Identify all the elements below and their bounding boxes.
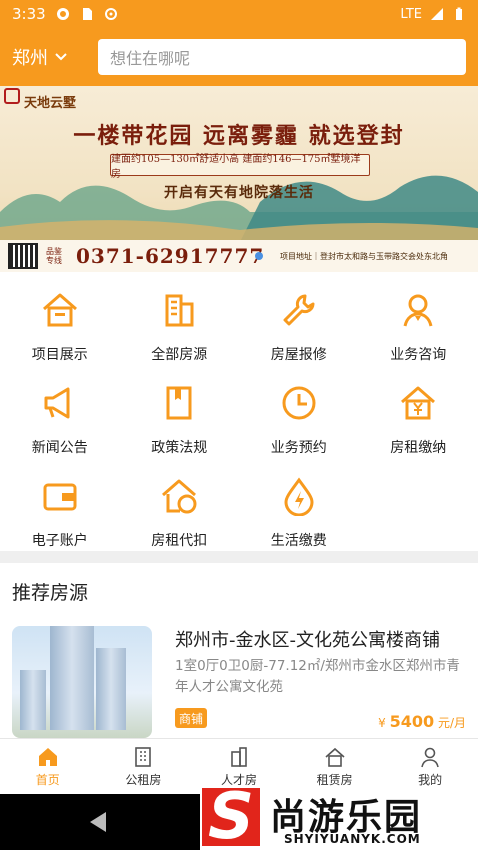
rent-house-icon — [325, 747, 345, 767]
status-time: 3:33 — [12, 5, 46, 23]
watermark: S 尚游乐园 SHYIYUANYK.COM — [200, 785, 478, 850]
building-icon — [135, 746, 152, 767]
banner-footer: 品鉴专线 0371-62917777 项目地址｜登封市太和路与玉带路交会处东北角 — [0, 240, 478, 272]
watermark-en: SHYIYUANYK.COM — [284, 832, 421, 846]
search-placeholder: 想住在哪呢 — [110, 49, 191, 68]
watermark-logo: S — [202, 785, 260, 849]
listing-tag: 商铺 — [175, 708, 208, 728]
listing-photo — [12, 626, 152, 738]
tab-public-rental[interactable]: 公租房 — [96, 739, 192, 794]
banner-box-text: 建面约105—130㎡舒适小高 建面约146—175㎡墅境洋房 — [110, 154, 370, 180]
listing-title: 郑州市-金水区-文化苑公寓楼商铺 — [175, 630, 440, 651]
carousel-indicator[interactable] — [255, 252, 263, 260]
search-input[interactable]: 想住在哪呢 — [98, 39, 466, 75]
grid-item-policy[interactable]: 政策法规 — [120, 373, 240, 466]
grid-item-consult[interactable]: 业务咨询 — [359, 280, 478, 373]
grid-item-label: 全部房源 — [151, 347, 208, 363]
banner-phone: 0371-62917777 — [76, 244, 265, 268]
function-grid: 项目展示 全部房源 房屋报修 业务咨询 新闻公告 政策法规 业务预约 房租缴纳 … — [0, 272, 478, 550]
sd-card-icon — [82, 8, 92, 20]
qr-code-icon — [8, 243, 38, 269]
grid-item-label: 政策法规 — [151, 440, 208, 456]
listing-card[interactable]: 郑州市-金水区-文化苑公寓楼商铺 1室0厅0卫0厨-77.12㎡/郑州市金水区郑… — [0, 618, 478, 738]
grid-item-label: 生活缴费 — [270, 533, 327, 549]
grid-item-project[interactable]: 项目展示 — [0, 280, 120, 373]
grid-item-label: 业务咨询 — [390, 347, 447, 363]
buildings-icon — [165, 294, 194, 327]
wrench-icon — [283, 294, 315, 326]
battery-icon — [456, 7, 462, 20]
clock-icon — [282, 386, 316, 420]
house-coin-icon — [162, 479, 197, 514]
status-bar: 3:33 LTE — [0, 0, 478, 28]
tower-icon — [231, 746, 247, 767]
grid-item-label: 新闻公告 — [31, 440, 88, 456]
price-prefix: ¥ — [378, 716, 386, 730]
grid-item-repair[interactable]: 房屋报修 — [239, 280, 359, 373]
grid-item-news[interactable]: 新闻公告 — [0, 373, 120, 466]
brand-seal-icon — [4, 88, 20, 104]
house-icon — [42, 293, 77, 327]
banner-subtitle: 开启有天有地院落生活 — [164, 185, 314, 201]
section-title: 推荐房源 — [12, 582, 89, 604]
chevron-down-icon — [55, 53, 67, 61]
back-icon[interactable] — [90, 812, 106, 832]
grid-item-appointment[interactable]: 业务预约 — [239, 373, 359, 466]
tab-label: 我的 — [418, 772, 443, 787]
price-value: 5400 — [389, 712, 435, 731]
house-yen-icon — [401, 386, 436, 420]
agent-icon — [403, 294, 433, 327]
promo-banner[interactable]: 天地云墅 一楼带花园 远离雾霾 就选登封 建面约105—130㎡舒适小高 建面约… — [0, 86, 478, 272]
section-divider — [0, 551, 478, 563]
network-label: LTE — [400, 6, 422, 22]
user-icon — [421, 747, 439, 767]
grid-item-e-account[interactable]: 电子账户 — [0, 466, 120, 559]
grid-item-rent-payment[interactable]: 房租缴纳 — [359, 373, 478, 466]
home-icon — [38, 747, 57, 766]
wallet-icon — [43, 483, 77, 511]
grid-item-label: 房屋报修 — [270, 347, 327, 363]
tab-label: 租赁房 — [316, 772, 353, 787]
signal-icon — [431, 8, 443, 20]
city-label: 郑州 — [12, 48, 48, 69]
hotline-label: 品鉴专线 — [46, 247, 62, 265]
listing-price: ¥ 5400 元/月 — [378, 712, 466, 731]
listing-desc: 1室0厅0卫0厨-77.12㎡/郑州市金水区郑州市青年人才公寓文化苑 — [175, 658, 460, 695]
tab-home[interactable]: 首页 — [0, 739, 96, 794]
grid-item-utilities[interactable]: 生活缴费 — [239, 466, 359, 559]
grid-item-label: 项目展示 — [31, 347, 88, 363]
city-selector[interactable]: 郑州 — [12, 44, 92, 70]
price-unit: 元/月 — [437, 716, 466, 730]
grid-item-label: 电子账户 — [31, 533, 88, 549]
sync-icon — [104, 8, 117, 20]
grid-item-label: 房租缴纳 — [390, 440, 447, 456]
banner-slogan: 一楼带花园 远离雾霾 就选登封 — [73, 123, 405, 149]
bolt-drop-icon — [284, 477, 314, 516]
tab-label: 首页 — [35, 772, 60, 787]
tab-label: 公租房 — [125, 772, 162, 787]
header: 郑州 想住在哪呢 — [0, 28, 478, 86]
megaphone-icon — [44, 387, 70, 419]
grid-item-label: 房租代扣 — [151, 533, 208, 549]
book-icon — [166, 386, 192, 420]
banner-address: 项目地址｜登封市太和路与玉带路交会处东北角 — [280, 251, 448, 261]
banner-brand: 天地云墅 — [24, 96, 77, 111]
grid-item-all-listings[interactable]: 全部房源 — [120, 280, 240, 373]
grid-item-rent-deduct[interactable]: 房租代扣 — [120, 466, 240, 559]
grid-item-label: 业务预约 — [270, 440, 327, 456]
settings-icon — [56, 8, 69, 20]
